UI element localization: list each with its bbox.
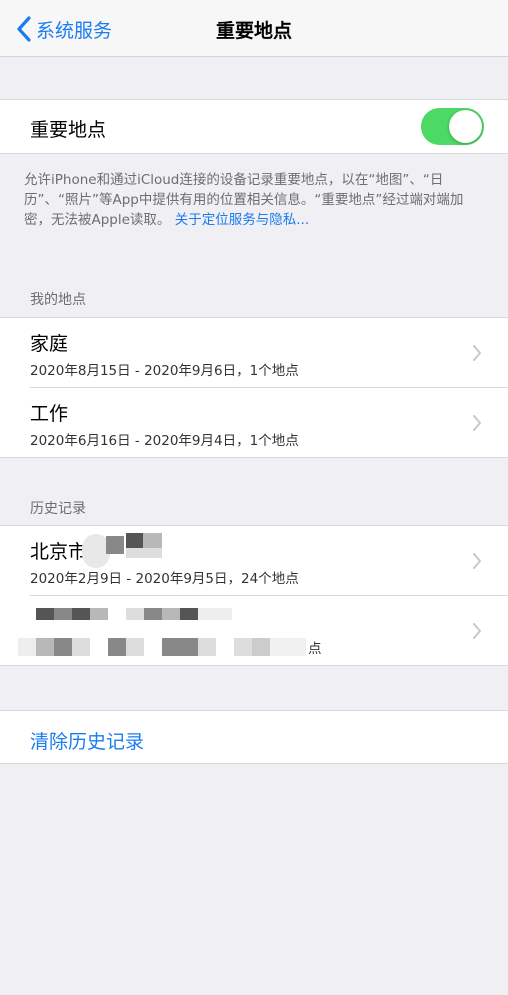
navigation-bar: 系统服务 重要地点	[0, 0, 508, 57]
significant-locations-toggle[interactable]	[421, 108, 484, 145]
row-subtitle: 2020年2月9日 - 2020年9月5日，24个地点	[30, 571, 299, 587]
chevron-right-icon	[473, 623, 481, 639]
list-item-history-2[interactable]: 点	[0, 596, 508, 666]
row-title: 北京市	[30, 541, 88, 563]
redaction-mask	[126, 533, 143, 548]
row-title: 工作	[30, 403, 69, 425]
my-places-list: 家庭 2020年8月15日 - 2020年9月6日，1个地点 工作 2020年6…	[0, 317, 508, 458]
chevron-right-icon	[473, 553, 481, 569]
history-header: 历史记录	[30, 501, 86, 517]
redaction-mask	[143, 533, 162, 548]
toggle-label: 重要地点	[30, 119, 107, 141]
clear-history-row[interactable]: 清除历史记录	[0, 710, 508, 764]
chevron-right-icon	[473, 415, 481, 431]
privacy-link[interactable]: 关于定位服务与隐私...	[175, 212, 309, 228]
footnote: 允许iPhone和通过iCloud连接的设备记录重要地点，以在“地图”、“日历”…	[24, 170, 486, 230]
list-item-work[interactable]: 工作 2020年6月16日 - 2020年9月4日，1个地点	[0, 388, 508, 458]
list-item-home[interactable]: 家庭 2020年8月15日 - 2020年9月6日，1个地点	[0, 318, 508, 388]
page-title: 重要地点	[215, 20, 292, 42]
redaction-mask	[106, 536, 124, 554]
chevron-right-icon	[473, 345, 481, 361]
redaction-mask	[126, 548, 162, 558]
row-title: 家庭	[30, 333, 69, 355]
list-item-history-1[interactable]: 北京市 2020年2月9日 - 2020年9月5日，24个地点	[0, 526, 508, 596]
my-places-header: 我的地点	[30, 292, 86, 308]
toggle-knob	[449, 110, 482, 143]
row-subtitle: 点	[308, 641, 322, 657]
row-subtitle: 2020年6月16日 - 2020年9月4日，1个地点	[30, 433, 299, 449]
clear-history-button[interactable]: 清除历史记录	[30, 727, 144, 754]
row-subtitle: 2020年8月15日 - 2020年9月6日，1个地点	[30, 363, 299, 379]
history-list: 北京市 2020年2月9日 - 2020年9月5日，24个地点 点	[0, 525, 508, 666]
